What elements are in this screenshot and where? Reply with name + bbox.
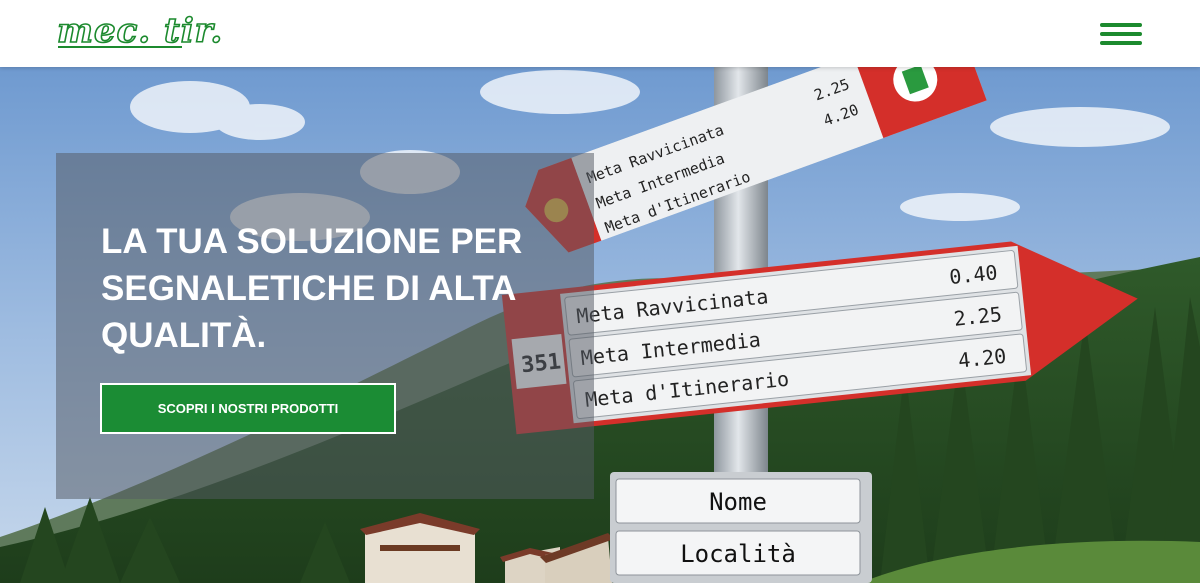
discover-products-button[interactable]: SCOPRI I NOSTRI PRODOTTI — [100, 383, 396, 434]
main-sign-distance-2: 2.25 — [953, 302, 1003, 331]
hamburger-menu-icon[interactable] — [1098, 20, 1144, 48]
logo-underline — [58, 46, 182, 48]
hero-headline: LA TUA SOLUZIONE PER SEGNALETICHE DI ALT… — [101, 222, 523, 355]
main-sign-distance-1: 0.40 — [948, 260, 998, 289]
site-header: mec. tir. — [0, 0, 1200, 67]
bottom-sign-row-2: Località — [680, 540, 796, 568]
main-sign-distance-3: 4.20 — [957, 344, 1007, 373]
bottom-sign-row-1: Nome — [709, 488, 767, 516]
